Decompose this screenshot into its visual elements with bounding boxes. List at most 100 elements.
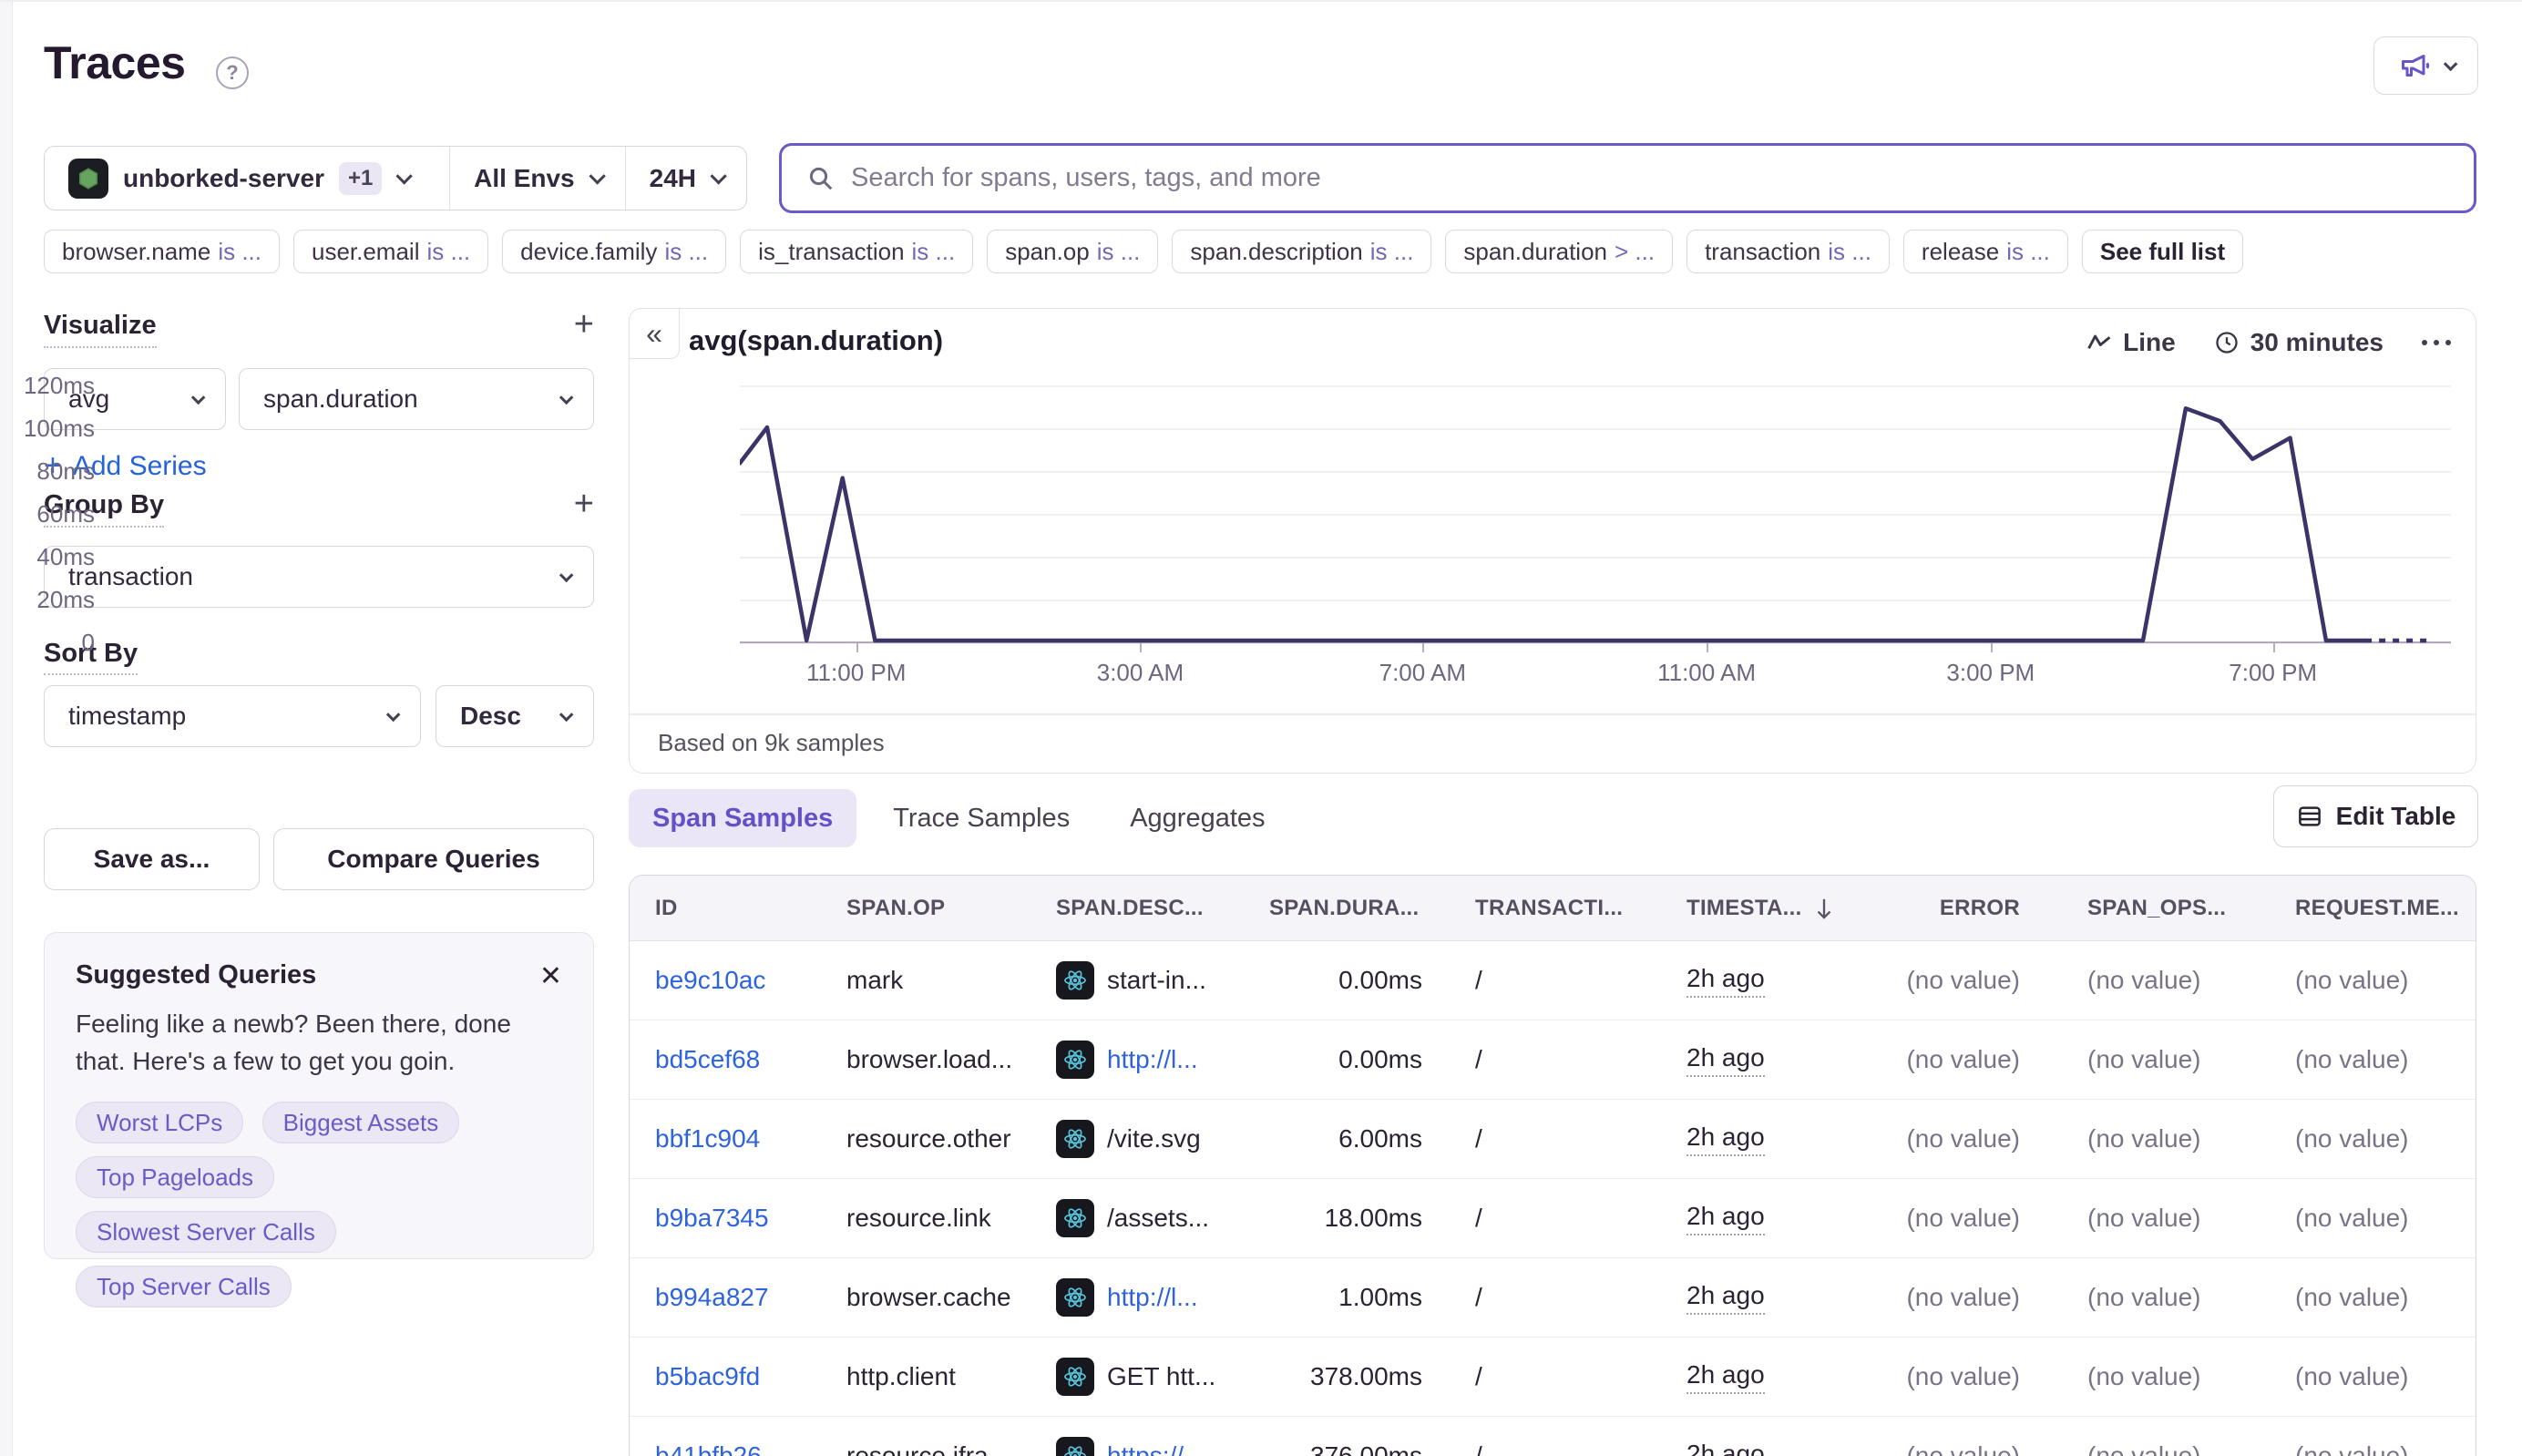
save-as-button[interactable]: Save as... (44, 828, 260, 890)
x-axis-label: 11:00 PM (784, 659, 929, 687)
col-header-span-ops[interactable]: SPAN_OPS... (2042, 896, 2295, 921)
timestamp-value[interactable]: 2h ago (1686, 964, 1765, 998)
x-axis-label: 11:00 AM (1634, 659, 1779, 687)
chart-line-svg (740, 385, 2451, 644)
span-id-link[interactable]: be9c10ac (655, 966, 846, 995)
x-axis-label: 7:00 PM (2200, 659, 2346, 687)
suggested-chip-biggest-assets[interactable]: Biggest Assets (262, 1102, 460, 1143)
filter-chip-span-duration[interactable]: span.duration> ... (1445, 230, 1673, 273)
table-row[interactable]: be9c10ac mark start-in... 0.00ms / 2h ag… (630, 941, 2476, 1020)
x-axis-tick (2273, 643, 2275, 652)
chart-controls: Line 30 minutes (2123, 328, 2451, 357)
span-id-link[interactable]: b9ba7345 (655, 1204, 846, 1233)
span-description-link[interactable]: http://l... (1107, 1045, 1198, 1074)
timestamp-value[interactable]: 2h ago (1686, 1360, 1765, 1394)
table-row[interactable]: bbf1c904 resource.other /vite.svg 6.00ms… (630, 1100, 2476, 1179)
add-visualize-icon[interactable]: + (574, 311, 594, 338)
x-axis-label: 7:00 AM (1349, 659, 1495, 687)
chevron-down-icon (710, 168, 726, 184)
chevron-down-icon (191, 390, 206, 405)
y-axis-label: 20ms (0, 586, 95, 614)
whats-new-button[interactable] (2373, 36, 2478, 95)
samples-tabs: Span Samples Trace Samples Aggregates (629, 789, 1289, 847)
search-bar[interactable] (779, 143, 2476, 213)
col-header-transaction[interactable]: TRANSACTI... (1475, 896, 1686, 921)
chart-footer-divider (629, 713, 2476, 715)
close-icon[interactable]: ✕ (539, 960, 562, 992)
search-input[interactable] (851, 163, 2448, 193)
sort-direction-dropdown[interactable]: Desc (436, 685, 594, 747)
chart-type-button[interactable]: Line (2086, 328, 2176, 357)
time-range-selector[interactable]: 24H (625, 147, 746, 210)
suggested-chip-top-server-calls[interactable]: Top Server Calls (76, 1266, 292, 1307)
page-title: Traces (44, 36, 185, 89)
col-header-span-op[interactable]: SPAN.OP (846, 896, 1056, 921)
col-header-id[interactable]: ID (655, 896, 846, 921)
megaphone-icon (2399, 49, 2432, 82)
filter-chip-transaction[interactable]: transactionis ... (1686, 230, 1890, 273)
span-description-link[interactable]: http://l... (1107, 1283, 1198, 1312)
environment-selector[interactable]: All Envs (449, 147, 624, 210)
tab-aggregates[interactable]: Aggregates (1106, 789, 1288, 847)
react-icon (1056, 1358, 1094, 1396)
col-header-timestamp[interactable]: TIMESTA... (1686, 896, 1905, 921)
filter-chip-row: browser.nameis ... user.emailis ... devi… (44, 230, 2476, 273)
filter-chip-release[interactable]: releaseis ... (1903, 230, 2068, 273)
sort-by-section: Sort By timestamp Desc (44, 639, 594, 747)
y-axis-label: 0 (0, 629, 95, 657)
span-id-link[interactable]: b5bac9fd (655, 1362, 846, 1391)
chart-title: avg(span.duration) (689, 324, 943, 357)
table-row[interactable]: b9ba7345 resource.link /assets... 18.00m… (630, 1179, 2476, 1258)
table-row[interactable]: b5bac9fd http.client GET htt... 378.00ms… (630, 1338, 2476, 1417)
filter-chip-is-transaction[interactable]: is_transactionis ... (740, 230, 973, 273)
timestamp-value[interactable]: 2h ago (1686, 1440, 1765, 1456)
span-description-link[interactable]: https://... (1107, 1441, 1205, 1456)
field-dropdown[interactable]: span.duration (239, 368, 594, 430)
search-icon (807, 165, 835, 192)
span-id-link[interactable]: b41bfb26 (655, 1441, 846, 1456)
tab-span-samples[interactable]: Span Samples (629, 789, 856, 847)
y-axis-label: 120ms (0, 372, 95, 400)
compare-queries-button[interactable]: Compare Queries (273, 828, 594, 890)
timestamp-value[interactable]: 2h ago (1686, 1202, 1765, 1236)
help-icon[interactable]: ? (216, 56, 249, 89)
tab-trace-samples[interactable]: Trace Samples (869, 789, 1093, 847)
timestamp-value[interactable]: 2h ago (1686, 1123, 1765, 1156)
col-header-error[interactable]: ERROR (1905, 896, 2042, 921)
table-row[interactable]: b41bfb26 resource.ifra... https://... 37… (630, 1417, 2476, 1456)
col-header-span-desc[interactable]: SPAN.DESC... (1056, 896, 1269, 921)
col-header-span-duration[interactable]: SPAN.DURA... (1269, 896, 1475, 921)
timestamp-value[interactable]: 2h ago (1686, 1281, 1765, 1315)
add-series-button[interactable]: + Add Series (44, 448, 594, 484)
span-id-link[interactable]: b994a827 (655, 1283, 846, 1312)
table-row[interactable]: b994a827 browser.cache http://l... 1.00m… (630, 1258, 2476, 1338)
timestamp-value[interactable]: 2h ago (1686, 1043, 1765, 1077)
span-id-link[interactable]: bbf1c904 (655, 1124, 846, 1154)
col-header-request-method[interactable]: REQUEST.ME... (2295, 896, 2476, 921)
chevron-down-icon (2443, 56, 2457, 71)
add-group-by-icon[interactable]: + (574, 490, 594, 518)
react-icon (1056, 1278, 1094, 1317)
filter-chip-span-description[interactable]: span.descriptionis ... (1172, 230, 1431, 273)
filter-chip-span-op[interactable]: span.opis ... (987, 230, 1158, 273)
filter-chip-browser-name[interactable]: browser.nameis ... (44, 230, 280, 273)
sort-field-dropdown[interactable]: timestamp (44, 685, 421, 747)
see-full-list-button[interactable]: See full list (2082, 230, 2243, 273)
table-row[interactable]: bd5cef68 browser.load... http://l... 0.0… (630, 1020, 2476, 1100)
visualize-section: Visualize + avg span.duration + Add Seri… (44, 311, 594, 484)
y-axis-label: 80ms (0, 457, 95, 486)
collapsed-nav-rail[interactable] (0, 0, 13, 1456)
group-by-dropdown[interactable]: transaction (44, 546, 594, 608)
chart-interval-button[interactable]: 30 minutes (2214, 328, 2384, 357)
suggested-chip-slowest-server-calls[interactable]: Slowest Server Calls (76, 1211, 336, 1253)
edit-table-button[interactable]: Edit Table (2273, 785, 2478, 847)
filter-chip-user-email[interactable]: user.emailis ... (293, 230, 488, 273)
collapse-sidebar-button[interactable]: « (629, 308, 680, 359)
chevron-down-icon (396, 168, 413, 184)
suggested-chip-top-pageloads[interactable]: Top Pageloads (76, 1156, 274, 1198)
project-selector[interactable]: unborked-server +1 (45, 147, 449, 210)
chart-menu-icon[interactable] (2422, 340, 2451, 345)
suggested-chip-worst-lcps[interactable]: Worst LCPs (76, 1102, 243, 1143)
span-id-link[interactable]: bd5cef68 (655, 1045, 846, 1074)
filter-chip-device-family[interactable]: device.familyis ... (502, 230, 726, 273)
